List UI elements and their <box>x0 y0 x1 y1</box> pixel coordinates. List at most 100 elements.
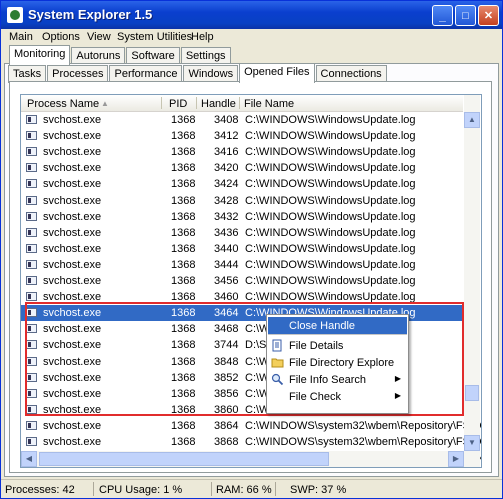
handle-cell: 3860 <box>214 403 239 416</box>
menu-file-info-search[interactable]: File Info Search ▶ <box>268 371 407 388</box>
menu-options[interactable]: Options <box>42 31 80 43</box>
title-bar[interactable]: System Explorer 1.5 _ □ ✕ <box>1 1 502 29</box>
scroll-up-icon[interactable]: ▲ <box>464 112 480 128</box>
pid-cell: 1368 <box>171 291 196 304</box>
scroll-right-icon[interactable]: ▶ <box>448 451 464 467</box>
process-icon <box>26 131 37 141</box>
table-row[interactable]: svchost.exe 1368 3424 C:\WINDOWS\WindowsUpd… <box>21 176 463 192</box>
process-icon <box>26 420 37 430</box>
process-name-cell: svchost.exe <box>43 130 102 143</box>
process-icon <box>26 259 37 269</box>
pid-cell: 1368 <box>171 387 196 400</box>
tab-opened-files[interactable]: Opened Files <box>239 63 315 83</box>
pid-cell: 1368 <box>171 436 196 448</box>
table-row[interactable]: svchost.exe 1368 3412 C:\WINDOWS\WindowsUpd… <box>21 128 463 144</box>
process-icon <box>26 195 37 205</box>
menu-close-handle[interactable]: Close Handle <box>268 317 407 334</box>
menu-help[interactable]: Help <box>191 31 214 43</box>
menu-file-check[interactable]: File Check ▶ <box>268 388 407 405</box>
process-icon <box>26 340 37 350</box>
status-ram: RAM: 66 % <box>216 484 272 496</box>
process-name-cell: svchost.exe <box>43 114 102 126</box>
handle-cell: 3432 <box>214 210 239 223</box>
process-name-cell: svchost.exe <box>43 323 102 336</box>
process-icon <box>26 179 37 189</box>
app-window: System Explorer 1.5 _ □ ✕ Main Options V… <box>0 0 503 499</box>
column-file-name[interactable]: File Name <box>244 98 294 110</box>
status-processes: Processes: 42 <box>5 484 75 496</box>
table-row[interactable]: svchost.exe 1368 3864 C:\WINDOWS\system32\w… <box>21 418 481 434</box>
process-icon <box>26 276 37 285</box>
menu-main[interactable]: Main <box>9 31 33 43</box>
process-icon <box>26 227 37 237</box>
process-name-cell: svchost.exe <box>43 291 102 304</box>
table-row[interactable]: svchost.exe 1368 3460 C:\WINDOWS\WindowsUpd… <box>21 289 463 305</box>
menu-file-details[interactable]: File Details <box>268 337 407 354</box>
pid-cell: 1368 <box>171 339 196 352</box>
status-swp: SWP: 37 % <box>290 484 347 496</box>
vertical-scrollbar[interactable]: ▲ ▼ <box>464 95 480 467</box>
handle-cell: 3468 <box>214 323 239 336</box>
scroll-left-icon[interactable]: ◀ <box>21 451 37 467</box>
close-button[interactable]: ✕ <box>478 5 499 26</box>
table-row[interactable]: svchost.exe 1368 3420 C:\WINDOWS\WindowsUpd… <box>21 160 463 176</box>
submenu-arrow-icon: ▶ <box>394 374 401 383</box>
process-icon <box>26 324 37 334</box>
handle-cell: 3456 <box>214 275 239 287</box>
minimize-button[interactable]: _ <box>432 5 453 26</box>
handle-cell: 3848 <box>214 355 239 368</box>
file-name-cell: C:\WINDOWS\WindowsUpdate.log <box>245 226 416 239</box>
pid-cell: 1368 <box>171 307 196 320</box>
process-name-cell: svchost.exe <box>43 419 102 432</box>
horizontal-scroll-thumb[interactable] <box>39 452 329 466</box>
process-name-cell: svchost.exe <box>43 355 102 368</box>
table-row[interactable]: svchost.exe 1368 3416 C:\WINDOWS\WindowsUpd… <box>21 144 463 160</box>
file-name-cell: C:\WINDOWS\system32\wbem\Repository\FS\O… <box>245 436 482 448</box>
menu-file-directory-explore[interactable]: File Directory Explore <box>268 354 407 371</box>
pid-cell: 1368 <box>171 114 196 126</box>
process-icon <box>26 404 37 414</box>
column-process-name[interactable]: Process Name <box>27 98 99 110</box>
file-name-cell: C:\WINDOWS\system32\wbem\Repository\FS\O… <box>245 419 482 432</box>
maximize-button[interactable]: □ <box>455 5 476 26</box>
process-icon <box>26 308 37 318</box>
handle-cell: 3464 <box>214 307 239 320</box>
column-pid[interactable]: PID <box>169 98 187 110</box>
table-row[interactable]: svchost.exe 1368 3456 C:\WINDOWS\WindowsUpd… <box>21 273 463 289</box>
status-bar: Processes: 42 CPU Usage: 1 % RAM: 66 % S… <box>1 479 502 498</box>
table-row[interactable]: svchost.exe 1368 3868 C:\WINDOWS\system32\w… <box>21 434 481 450</box>
column-handle[interactable]: Handle <box>201 98 236 110</box>
pid-cell: 1368 <box>171 130 196 143</box>
table-row[interactable]: svchost.exe 1368 3436 C:\WINDOWS\WindowsUpd… <box>21 225 463 241</box>
table-row[interactable]: svchost.exe 1368 3408 C:\WINDOWS\WindowsUpd… <box>21 112 463 128</box>
menu-system-utilities[interactable]: System Utilities <box>117 31 192 43</box>
table-row[interactable]: svchost.exe 1368 3444 C:\WINDOWS\WindowsUpd… <box>21 257 463 273</box>
process-icon <box>26 356 37 366</box>
file-details-icon <box>272 339 282 352</box>
menu-view[interactable]: View <box>87 31 111 43</box>
scroll-down-icon[interactable]: ▼ <box>464 435 480 451</box>
horizontal-scrollbar[interactable]: ◀ ▶ <box>21 451 464 467</box>
process-name-cell: svchost.exe <box>43 194 102 207</box>
opened-files-list[interactable]: Process Name ▲ PID Handle File Name svch… <box>20 94 482 468</box>
process-icon <box>26 372 37 382</box>
process-name-cell: svchost.exe <box>43 258 102 271</box>
process-name-cell: svchost.exe <box>43 178 102 191</box>
menu-bar: Main Options View System Utilities Help <box>1 29 502 47</box>
table-row[interactable]: svchost.exe 1368 3440 C:\WINDOWS\WindowsUpd… <box>21 241 463 257</box>
file-name-cell: C:\WINDOWS\WindowsUpdate.log <box>245 178 416 191</box>
file-name-cell: C:\WINDOWS\WindowsUpdate.log <box>245 210 416 223</box>
handle-cell: 3864 <box>214 419 239 432</box>
search-icon <box>271 373 284 386</box>
table-row[interactable]: svchost.exe 1368 3432 C:\WINDOWS\WindowsUpd… <box>21 209 463 225</box>
sort-ascending-icon: ▲ <box>101 99 109 108</box>
tab-monitoring[interactable]: Monitoring <box>9 45 71 65</box>
vertical-scroll-thumb[interactable] <box>465 385 479 401</box>
process-icon <box>26 147 37 157</box>
process-icon <box>26 292 37 302</box>
pid-cell: 1368 <box>171 226 196 239</box>
handle-cell: 3744 <box>214 339 239 352</box>
table-row[interactable]: svchost.exe 1368 3428 C:\WINDOWS\WindowsUpd… <box>21 193 463 209</box>
process-name-cell: svchost.exe <box>43 210 102 223</box>
file-name-cell: C:\WINDOWS\WindowsUpdate.log <box>245 258 416 271</box>
